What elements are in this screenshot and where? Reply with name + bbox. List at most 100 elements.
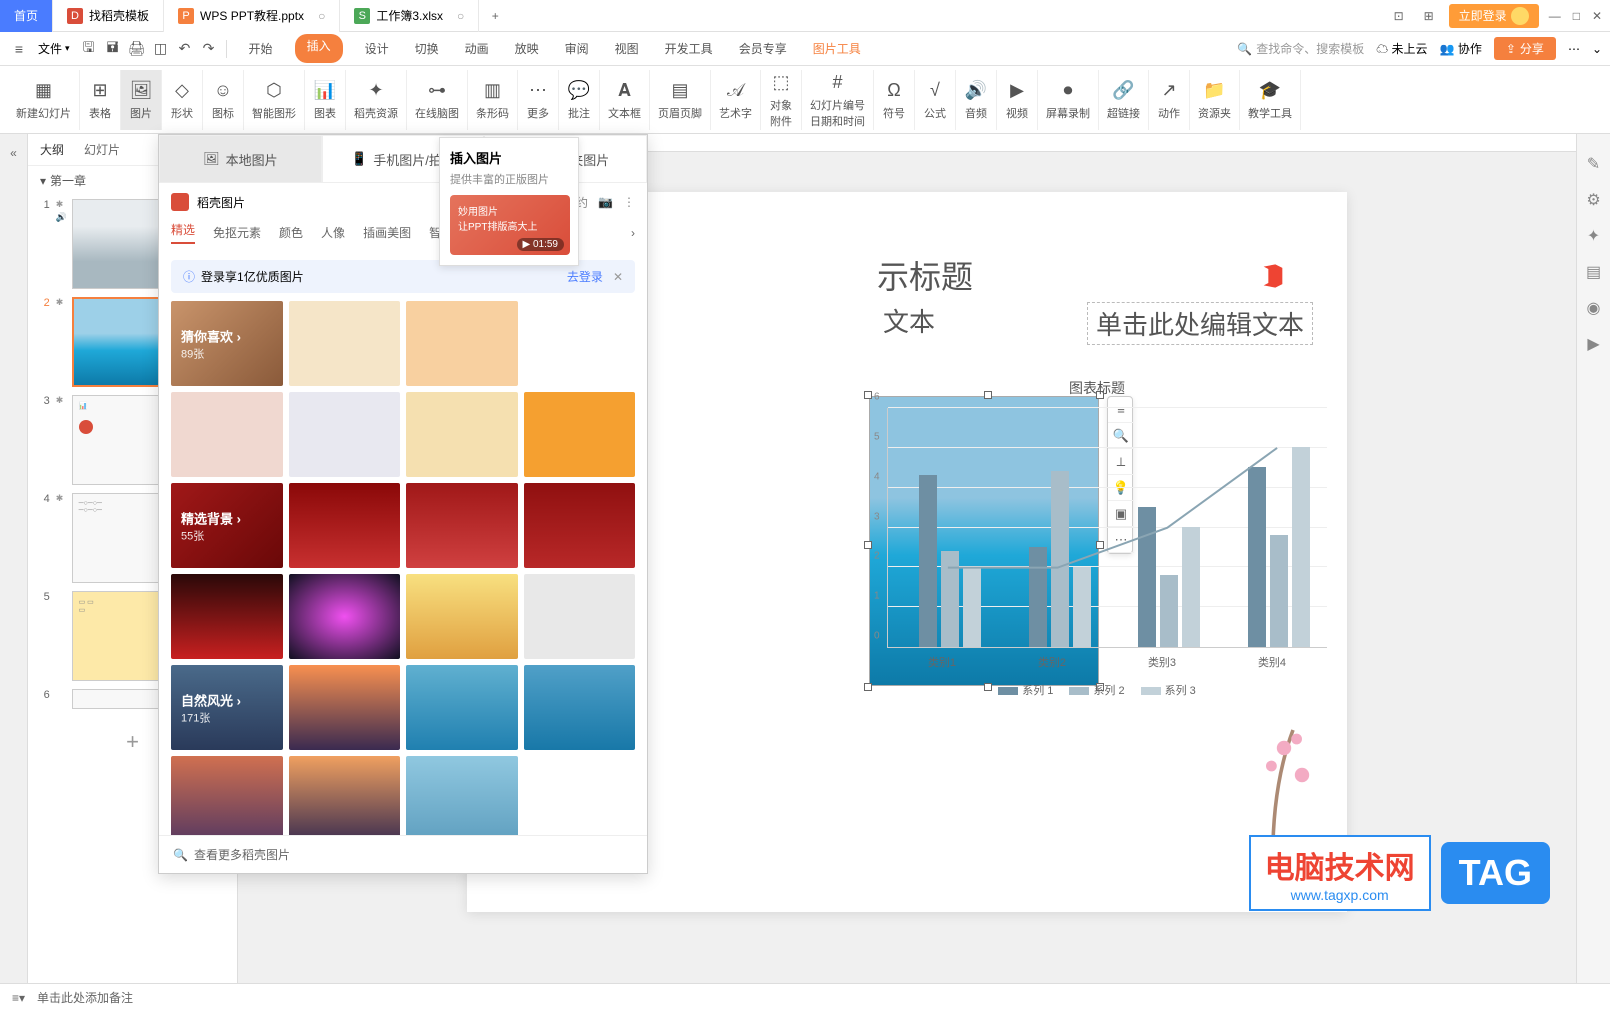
close-banner-icon[interactable]: ✕ xyxy=(613,270,623,284)
save-icon[interactable]: 🖫 xyxy=(78,38,100,60)
slide-subtitle-1[interactable]: 文本 xyxy=(883,302,935,339)
ribbon-barcode[interactable]: ▥条形码 xyxy=(468,70,518,130)
image-thumb[interactable] xyxy=(289,392,401,477)
settings-icon[interactable]: ⚙ xyxy=(1577,182,1610,218)
maximize-icon[interactable]: □ xyxy=(1573,9,1580,23)
image-thumb[interactable] xyxy=(406,574,518,659)
print-icon[interactable]: 🖨 xyxy=(126,38,148,60)
slide-subtitle-2[interactable]: 单击此处编辑文本 xyxy=(1087,302,1313,345)
collection-nature[interactable]: 自然风光 ›171张 xyxy=(171,665,283,750)
ribbon-new-slide[interactable]: ▦新建幻灯片 xyxy=(8,70,80,130)
ribbon-symbol[interactable]: Ω符号 xyxy=(874,70,915,130)
collab-button[interactable]: 👥 协作 xyxy=(1440,40,1482,57)
present-icon[interactable]: ▶ xyxy=(1577,326,1610,362)
ribbon-teaching[interactable]: 🎓教学工具 xyxy=(1240,70,1301,130)
design-icon[interactable]: ✎ xyxy=(1577,146,1610,182)
menu-tab-start[interactable]: 开始 xyxy=(245,34,277,63)
ribbon-hyperlink[interactable]: 🔗超链接 xyxy=(1099,70,1149,130)
collection-recommended[interactable]: 猜你喜欢 ›89张 xyxy=(171,301,283,386)
notes-placeholder[interactable]: 单击此处添加备注 xyxy=(37,989,133,1006)
grid-icon[interactable]: ⊡ xyxy=(1389,6,1409,26)
image-thumb[interactable] xyxy=(524,301,636,386)
image-thumb[interactable] xyxy=(524,392,636,477)
ribbon-docer[interactable]: ✦稻壳资源 xyxy=(346,70,407,130)
image-thumb[interactable] xyxy=(171,574,283,659)
cat-portrait[interactable]: 人像 xyxy=(321,224,345,241)
camera-icon[interactable]: 📷 xyxy=(598,195,613,209)
ribbon-more[interactable]: ⋯更多 xyxy=(518,70,559,130)
ribbon-resources[interactable]: 📁资源夹 xyxy=(1190,70,1240,130)
ribbon-video[interactable]: ▶视频 xyxy=(997,70,1038,130)
tab-ppt-file[interactable]: P WPS PPT教程.pptx ○ xyxy=(164,0,340,32)
undo-icon[interactable]: ↶ xyxy=(174,38,196,60)
slide-title[interactable]: 示标题 xyxy=(877,252,973,298)
collection-backgrounds[interactable]: 精选背景 ›55张 xyxy=(171,483,283,568)
ribbon-audio[interactable]: 🔊音频 xyxy=(956,70,997,130)
save-as-icon[interactable]: 🖬 xyxy=(102,38,124,60)
cloud-status[interactable]: ☁ 未上云 xyxy=(1376,40,1427,57)
image-thumb[interactable] xyxy=(524,574,636,659)
menu-tab-member[interactable]: 会员专享 xyxy=(735,34,791,63)
menu-tab-picture-tools[interactable]: 图片工具 xyxy=(809,34,865,63)
ribbon-action[interactable]: ↗动作 xyxy=(1149,70,1190,130)
image-thumb[interactable] xyxy=(171,756,283,841)
image-thumb[interactable] xyxy=(524,665,636,750)
image-thumb[interactable] xyxy=(406,665,518,750)
image-thumb[interactable] xyxy=(406,392,518,477)
menu-tab-transition[interactable]: 切换 xyxy=(411,34,443,63)
location-icon[interactable]: ◉ xyxy=(1577,290,1610,326)
ribbon-textbox[interactable]: 𝐀文本框 xyxy=(600,70,650,130)
print-preview-icon[interactable]: ◫ xyxy=(150,38,172,60)
menu-tab-animation[interactable]: 动画 xyxy=(461,34,493,63)
menu-tab-design[interactable]: 设计 xyxy=(361,34,393,63)
redo-icon[interactable]: ↷ xyxy=(198,38,220,60)
image-thumb[interactable] xyxy=(171,392,283,477)
image-thumb[interactable] xyxy=(289,301,401,386)
ribbon-wordart[interactable]: 𝒜艺术字 xyxy=(711,70,761,130)
ribbon-comment[interactable]: 💬批注 xyxy=(559,70,600,130)
tab-templates[interactable]: D 找稻壳模板 xyxy=(53,0,164,32)
command-search[interactable]: 🔍 查找命令、搜索模板 xyxy=(1237,40,1364,57)
promo-card[interactable]: 妙用图片 让PPT排版高大上 ▶ 01:59 xyxy=(450,195,570,255)
close-icon[interactable]: ○ xyxy=(457,9,464,23)
slides-tab[interactable]: 幻灯片 xyxy=(84,141,120,158)
menu-tab-devtools[interactable]: 开发工具 xyxy=(661,34,717,63)
menu-tab-view[interactable]: 视图 xyxy=(611,34,643,63)
ribbon-slide-number[interactable]: #幻灯片编号日期和时间 xyxy=(802,70,874,130)
notes-icon[interactable]: ≡▾ xyxy=(12,991,25,1005)
menu-tab-insert[interactable]: 插入 xyxy=(295,34,343,63)
local-image-button[interactable]: 🖼 本地图片 xyxy=(159,135,322,183)
cat-cutout[interactable]: 免抠元素 xyxy=(213,224,261,241)
image-thumb[interactable] xyxy=(289,665,401,750)
ribbon-chart[interactable]: 📊图表 xyxy=(305,70,346,130)
image-thumb[interactable] xyxy=(289,574,401,659)
menu-tab-slideshow[interactable]: 放映 xyxy=(511,34,543,63)
ribbon-table[interactable]: ⊞表格 xyxy=(80,70,121,130)
ribbon-equation[interactable]: √公式 xyxy=(915,70,956,130)
image-thumb[interactable] xyxy=(289,756,401,841)
share-button[interactable]: ⇪ 分享 xyxy=(1494,37,1556,60)
ribbon-picture[interactable]: 🖼图片 xyxy=(121,70,162,130)
ribbon-shapes[interactable]: ◇形状 xyxy=(162,70,203,130)
cat-next-icon[interactable]: › xyxy=(631,226,635,240)
outline-tab[interactable]: 大纲 xyxy=(40,141,64,158)
add-tab-button[interactable]: + xyxy=(479,9,511,23)
ribbon-header-footer[interactable]: ▤页眉页脚 xyxy=(650,70,711,130)
ribbon-mindmap[interactable]: ⊶在线脑图 xyxy=(407,70,468,130)
tab-home[interactable]: 首页 xyxy=(0,0,53,32)
image-thumb[interactable] xyxy=(406,301,518,386)
file-menu[interactable]: 文件▾ xyxy=(32,40,76,57)
more-icon[interactable]: ⋯ xyxy=(1568,42,1580,56)
close-icon[interactable]: ○ xyxy=(318,9,325,23)
image-thumb[interactable] xyxy=(406,756,518,841)
login-button[interactable]: 立即登录 xyxy=(1449,4,1539,28)
embedded-chart[interactable]: 图表标题 0 1 2 3 4 5 6 类别1 xyxy=(867,378,1327,728)
close-window-icon[interactable]: ✕ xyxy=(1592,9,1602,23)
picker-footer-link[interactable]: 🔍 查看更多稻壳图片 xyxy=(159,835,647,873)
ribbon-screen-record[interactable]: ⏺屏幕录制 xyxy=(1038,70,1099,130)
menu-icon[interactable]: ≡ xyxy=(8,38,30,60)
apps-icon[interactable]: ⊞ xyxy=(1419,6,1439,26)
layout-icon[interactable]: ▤ xyxy=(1577,254,1610,290)
minimize-icon[interactable]: — xyxy=(1549,9,1561,23)
ribbon-object[interactable]: ⬚对象附件 xyxy=(761,70,802,130)
